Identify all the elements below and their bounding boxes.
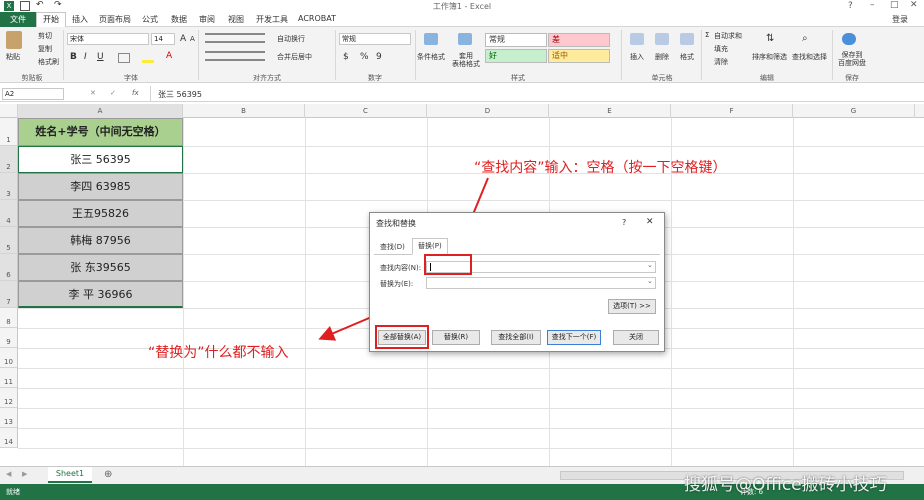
highlight-replace-all [375, 325, 429, 349]
replace-with-input[interactable] [426, 277, 656, 289]
dialog-help-button[interactable]: ? [622, 218, 626, 227]
find-what-label: 查找内容(N): [380, 264, 422, 272]
find-replace-dialog: 查找和替换 ? ✕ 查找(D) 替换(P) 查找内容(N): ⌄ 替换为(E):… [369, 212, 665, 352]
add-sheet-icon[interactable]: ⊕ [104, 469, 112, 480]
highlight-find-input [424, 254, 472, 275]
sheet-tab-sheet1[interactable]: Sheet1 [48, 467, 92, 483]
find-next-button[interactable]: 查找下一个(F) [547, 330, 601, 345]
dialog-close-icon[interactable]: ✕ [646, 217, 654, 227]
watermark: 搜狐号@Office搬砖小技巧 [684, 475, 887, 495]
status-ready: 就绪 [6, 488, 20, 496]
options-button[interactable]: 选项(T) >> [608, 299, 656, 314]
find-all-button[interactable]: 查找全部(I) [491, 330, 541, 345]
replace-button[interactable]: 替换(R) [432, 330, 480, 345]
find-dropdown-chevron-icon[interactable]: ⌄ [647, 261, 653, 269]
dialog-tab-replace[interactable]: 替换(P) [412, 238, 448, 255]
replace-with-label: 替换为(E): [380, 280, 414, 288]
dialog-tab-find[interactable]: 查找(D) [380, 242, 405, 252]
dialog-title: 查找和替换 [376, 219, 416, 228]
replace-dropdown-chevron-icon[interactable]: ⌄ [647, 277, 653, 285]
close-dialog-button[interactable]: 关闭 [613, 330, 659, 345]
sheet-nav-next-icon[interactable]: ▶ [22, 470, 27, 478]
sheet-nav-prev-icon[interactable]: ◀ [6, 470, 11, 478]
